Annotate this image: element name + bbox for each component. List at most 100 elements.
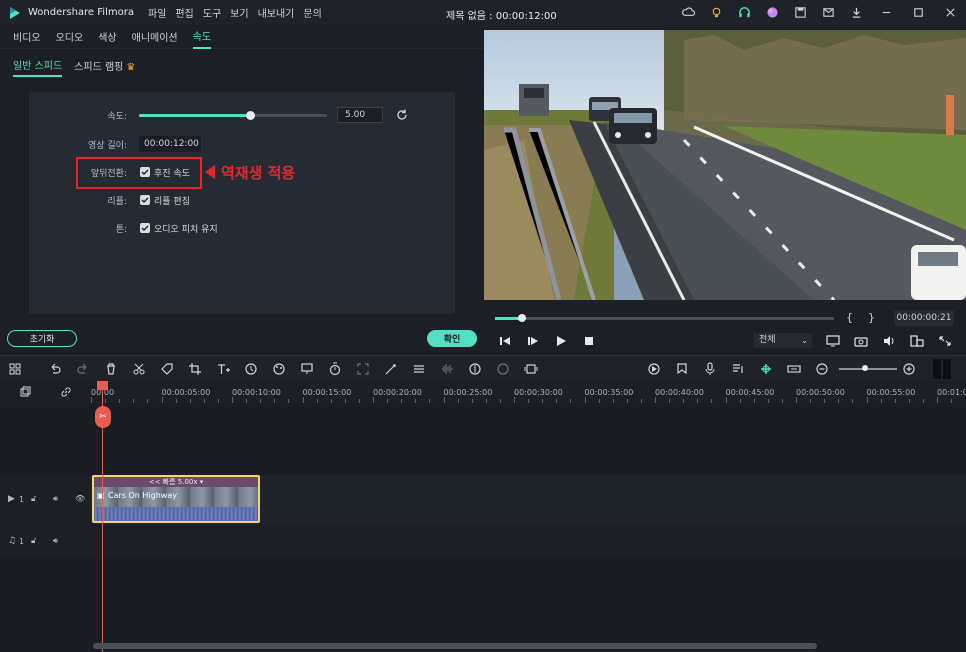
ripple-checkbox[interactable] [140, 195, 150, 205]
green-screen-icon[interactable] [300, 362, 314, 376]
previous-frame-icon[interactable] [498, 335, 512, 347]
stabilize-icon[interactable] [496, 362, 510, 376]
snapshot-icon[interactable] [854, 335, 868, 347]
preview-quality-select[interactable]: 전체 ⌄ [754, 333, 812, 348]
tab-animation[interactable]: 애니메이션 [132, 25, 178, 48]
visibility-eye-icon[interactable]: 👁︎ [75, 494, 85, 503]
layout-icon[interactable] [910, 335, 924, 347]
tone-label: 톤: [115, 224, 127, 235]
audio-track-number: 1 [19, 537, 25, 546]
redo-icon[interactable] [76, 362, 90, 376]
audio-mixer-icon[interactable] [468, 362, 482, 376]
link-icon[interactable] [60, 386, 72, 398]
playback-progress[interactable] [495, 314, 834, 322]
fit-icon[interactable] [356, 362, 370, 376]
headset-icon[interactable] [730, 0, 758, 25]
effects-orb-icon[interactable] [758, 0, 786, 25]
voiceover-list-icon[interactable] [731, 362, 745, 376]
timer-icon[interactable] [328, 362, 342, 376]
menu-edit[interactable]: 편집 [175, 5, 193, 20]
undo-icon[interactable] [48, 362, 62, 376]
ruler-tick-label: 00:01:00:00 [937, 388, 966, 397]
render-icon[interactable] [647, 362, 661, 376]
playhead-handle[interactable] [97, 381, 108, 390]
ruler-tick-label: 00:00:45:00 [725, 388, 775, 397]
audio-wave-icon[interactable] [440, 362, 454, 376]
menu-file[interactable]: 파일 [148, 5, 166, 20]
download-icon[interactable] [842, 0, 870, 25]
ripple-option-label[interactable]: 리플 편집 [154, 194, 190, 207]
color-palette-icon[interactable] [272, 362, 286, 376]
crop-icon[interactable] [188, 362, 202, 376]
add-track-icon[interactable] [20, 386, 32, 398]
fullscreen-icon[interactable] [938, 335, 952, 347]
lightbulb-icon[interactable] [702, 0, 730, 25]
mail-icon[interactable] [814, 0, 842, 25]
microphone-icon[interactable] [703, 362, 717, 376]
split-screen-icon[interactable] [524, 362, 538, 376]
scissors-icon[interactable]: ✂ [95, 406, 111, 428]
pitch-checkbox[interactable] [140, 223, 150, 233]
ok-button[interactable]: 확인 [427, 330, 477, 347]
timeline-ruler[interactable]: 00:0000:00:05:0000:00:10:0000:00:15:0000… [0, 381, 966, 403]
speed-slider-fill [139, 114, 250, 117]
horizontal-scrollbar[interactable] [93, 643, 817, 649]
tab-color[interactable]: 색상 [98, 25, 116, 48]
maximize-icon[interactable] [902, 0, 934, 25]
playback-knob[interactable] [518, 314, 527, 322]
mark-in-button[interactable]: { [846, 311, 853, 324]
video-preview[interactable] [484, 30, 966, 300]
audio-lock-icon[interactable]: 🔓︎ [31, 536, 36, 546]
mute-icon[interactable]: 🔊︎ [53, 494, 58, 504]
text-icon[interactable] [216, 362, 230, 376]
zoom-out-icon[interactable] [815, 362, 829, 376]
play-reverse-icon[interactable] [526, 335, 540, 347]
speed-value-input[interactable]: 5.00 [337, 107, 383, 123]
menu-view[interactable]: 보기 [230, 5, 248, 20]
fit-timeline-icon[interactable] [787, 362, 801, 376]
zoom-in-icon[interactable] [902, 362, 916, 376]
close-icon[interactable] [934, 0, 966, 25]
speed-slider-knob[interactable] [245, 111, 255, 120]
menu-tools[interactable]: 도구 [203, 5, 221, 20]
zoom-slider-knob[interactable] [862, 365, 868, 371]
mark-out-button[interactable]: } [868, 311, 875, 324]
tab-audio[interactable]: 오디오 [56, 25, 84, 48]
menu-export[interactable]: 내보내기 [258, 5, 295, 20]
cloud-icon[interactable] [674, 0, 702, 25]
monitor-icon[interactable] [826, 335, 840, 347]
pitch-option-label[interactable]: 오디오 피치 유지 [154, 222, 218, 235]
zoom-slider[interactable] [839, 368, 897, 370]
audio-mute-icon[interactable]: 🔊︎ [53, 536, 58, 546]
stop-icon[interactable] [582, 335, 596, 347]
cut-icon[interactable] [132, 362, 146, 376]
adjust-icon[interactable] [412, 362, 426, 376]
menu-help[interactable]: 문의 [303, 5, 321, 20]
snap-magnet-icon[interactable] [759, 362, 773, 376]
playback-time: 00:00:00:21 [894, 310, 954, 326]
duration-input[interactable]: 00:00:12:00 [139, 136, 201, 152]
marker-icon[interactable] [675, 362, 689, 376]
speed-slider[interactable] [139, 111, 327, 120]
tab-speed[interactable]: 속도 [192, 24, 212, 49]
audio-meter-icon[interactable] [932, 359, 952, 379]
grid-icon[interactable] [8, 362, 22, 376]
minimize-icon[interactable] [870, 0, 902, 25]
play-icon[interactable] [554, 335, 568, 347]
ruler-tick-label: 00:00:10:00 [232, 388, 281, 397]
tab-video[interactable]: 비디오 [13, 25, 41, 48]
motion-track-icon[interactable] [384, 362, 398, 376]
tag-icon[interactable] [160, 362, 174, 376]
delete-icon[interactable] [104, 362, 118, 376]
empty-lower-track [0, 557, 966, 605]
speed-icon[interactable] [244, 362, 258, 376]
save-icon[interactable] [786, 0, 814, 25]
speed-ramping-label: 스피드 램핑 [74, 61, 124, 73]
subtab-speed-ramping[interactable]: 스피드 램핑 ♛ [74, 55, 135, 76]
reset-speed-icon[interactable] [395, 108, 409, 122]
volume-icon[interactable] [882, 335, 896, 347]
video-clip[interactable]: << 빠름 5.00x ▾ ▣ Cars On Highway [92, 475, 260, 523]
reset-button[interactable]: 초기화 [7, 330, 77, 347]
subtab-uniform-speed[interactable]: 일반 스피드 [13, 54, 63, 77]
lock-icon[interactable]: 🔓︎ [31, 494, 36, 504]
